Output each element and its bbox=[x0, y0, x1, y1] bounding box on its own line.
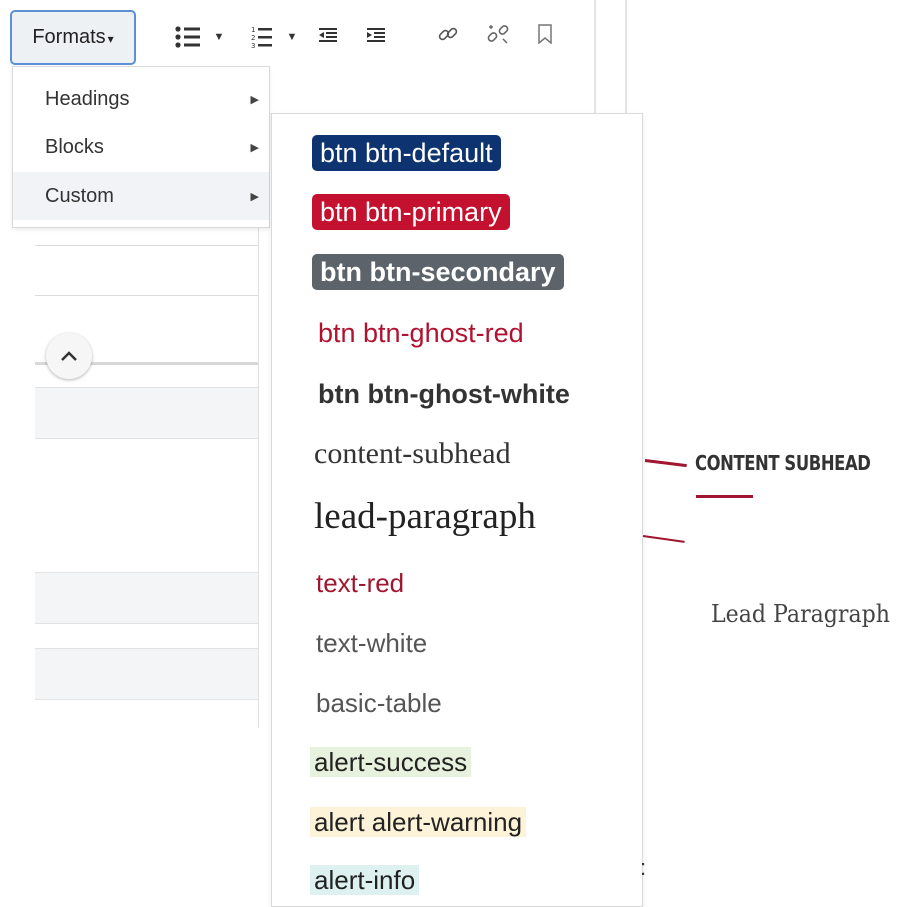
toolbar-divider bbox=[625, 0, 627, 114]
annotation-underline bbox=[696, 495, 753, 498]
bookmark-button[interactable] bbox=[534, 20, 556, 48]
editor-column-border bbox=[258, 228, 259, 728]
menu-item-custom[interactable]: Custom ▶ bbox=[13, 172, 269, 220]
svg-text:1: 1 bbox=[251, 26, 255, 34]
format-label: btn btn-ghost-red bbox=[318, 318, 524, 348]
caret-down-icon: ▾ bbox=[107, 31, 114, 46]
editor-band bbox=[35, 648, 259, 700]
editor-divider bbox=[35, 245, 259, 246]
editor-band bbox=[35, 572, 259, 624]
outdent-icon bbox=[319, 28, 337, 42]
caret-down-icon: ▼ bbox=[286, 31, 298, 43]
format-label: btn btn-primary bbox=[312, 194, 510, 230]
editor-divider bbox=[35, 295, 259, 296]
formats-button-label: Formats bbox=[32, 26, 106, 48]
format-label: btn btn-secondary bbox=[312, 254, 564, 290]
link-button[interactable] bbox=[434, 20, 462, 48]
chevron-up-icon bbox=[61, 351, 77, 361]
unlink-button[interactable] bbox=[484, 20, 512, 48]
unlink-icon bbox=[487, 25, 509, 44]
chevron-right-icon: ▶ bbox=[250, 190, 259, 203]
format-label: basic-table bbox=[316, 688, 442, 718]
submenu-item-alert-info[interactable]: alert-info bbox=[310, 865, 420, 896]
overflow-mark: : bbox=[640, 855, 647, 880]
menu-item-label: Custom bbox=[45, 184, 114, 207]
numbered-list-icon: 1 2 3 bbox=[251, 26, 272, 49]
submenu-item-content-subhead[interactable]: content-subhead bbox=[314, 437, 511, 471]
numbered-list-button[interactable]: 1 2 3 ▼ bbox=[246, 22, 302, 52]
editor-band bbox=[35, 387, 259, 439]
menu-item-label: Headings bbox=[45, 87, 130, 110]
annotation-lead-paragraph: Lead Paragraph bbox=[711, 600, 891, 628]
submenu-item-alert-warning[interactable]: alert alert-warning bbox=[310, 807, 527, 838]
indent-icon bbox=[367, 28, 385, 42]
formats-menu: Headings ▶ Blocks ▶ Custom ▶ bbox=[12, 66, 270, 228]
submenu-item-btn-primary[interactable]: btn btn-primary bbox=[312, 194, 510, 230]
annotation-content-subhead: CONTENT SUBHEAD bbox=[695, 451, 871, 475]
format-label: content-subhead bbox=[314, 437, 511, 470]
bookmark-icon bbox=[538, 24, 552, 44]
submenu-item-btn-secondary[interactable]: btn btn-secondary bbox=[312, 254, 564, 290]
submenu-item-basic-table[interactable]: basic-table bbox=[312, 688, 442, 719]
menu-item-headings[interactable]: Headings ▶ bbox=[13, 75, 269, 123]
bullet-list-button[interactable]: ▼ bbox=[168, 22, 230, 52]
format-label: text-red bbox=[316, 568, 405, 598]
chevron-right-icon: ▶ bbox=[250, 93, 259, 106]
format-label: alert-info bbox=[310, 865, 420, 895]
outdent-button[interactable] bbox=[316, 24, 340, 48]
indent-button[interactable] bbox=[364, 24, 388, 48]
format-label: btn btn-ghost-white bbox=[318, 379, 570, 409]
chevron-right-icon: ▶ bbox=[250, 141, 259, 154]
format-label: lead-paragraph bbox=[314, 496, 536, 537]
submenu-item-lead-paragraph[interactable]: lead-paragraph bbox=[314, 495, 536, 538]
custom-submenu: btn btn-default btn btn-primary btn btn-… bbox=[271, 113, 643, 907]
menu-item-label: Blocks bbox=[45, 135, 104, 158]
format-label: btn btn-default bbox=[312, 135, 501, 171]
submenu-item-text-white[interactable]: text-white bbox=[312, 628, 427, 659]
submenu-item-alert-success[interactable]: alert-success bbox=[310, 747, 472, 778]
format-label: alert-success bbox=[310, 747, 472, 777]
collapse-button[interactable] bbox=[46, 333, 92, 379]
menu-item-blocks[interactable]: Blocks ▶ bbox=[13, 123, 269, 171]
caret-down-icon: ▼ bbox=[213, 31, 225, 43]
annotation-connector bbox=[644, 459, 687, 468]
svg-text:2: 2 bbox=[251, 34, 255, 42]
submenu-item-btn-ghost-white[interactable]: btn btn-ghost-white bbox=[312, 379, 570, 410]
link-icon bbox=[438, 27, 458, 41]
toolbar-divider bbox=[594, 0, 596, 114]
bullet-list-icon bbox=[174, 26, 200, 48]
format-label: alert alert-warning bbox=[310, 807, 527, 837]
submenu-item-btn-default[interactable]: btn btn-default bbox=[312, 135, 501, 171]
submenu-item-text-red[interactable]: text-red bbox=[312, 568, 404, 599]
annotation-connector bbox=[642, 535, 685, 543]
submenu-item-btn-ghost-red[interactable]: btn btn-ghost-red bbox=[312, 318, 524, 349]
svg-text:3: 3 bbox=[251, 42, 255, 49]
format-label: text-white bbox=[316, 628, 428, 658]
formats-button[interactable]: Formats ▾ bbox=[10, 10, 136, 65]
